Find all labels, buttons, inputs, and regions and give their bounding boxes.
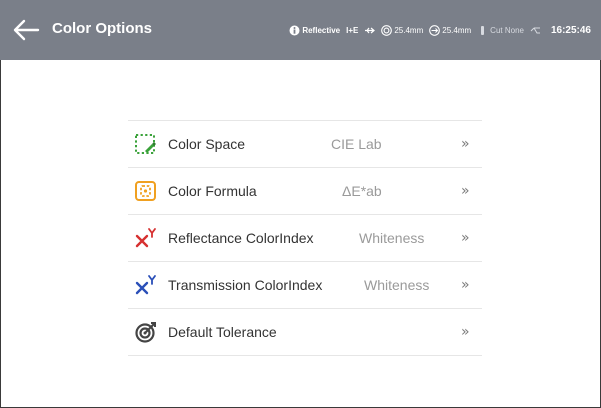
cut-value: Cut None [490, 25, 524, 35]
color-space-icon [135, 134, 156, 154]
color-options-list: Color Space CIE Lab » Color Formula ΔE*a… [128, 120, 482, 356]
header-bar: Color Options Reflective I+E 25.4mm 25.4… [0, 0, 601, 60]
usb-icon [365, 27, 376, 33]
transmission-index-icon [135, 275, 156, 295]
mode-label: Reflective [302, 25, 341, 35]
color-formula-icon [135, 181, 156, 201]
aperture-status: 25.4mm [381, 24, 424, 36]
area-status: 25.4mm [429, 24, 472, 36]
transmission-colorindex-row[interactable]: Transmission ColorIndex Whiteness » [128, 262, 482, 309]
color-formula-row[interactable]: Color Formula ΔE*ab » [128, 168, 482, 215]
clock: 16:25:46 [550, 24, 591, 36]
connection-status [364, 25, 376, 36]
color-space-value: CIE Lab [331, 136, 382, 152]
filter-icon [481, 25, 485, 35]
default-tolerance-label: Default Tolerance [168, 324, 277, 340]
transmission-colorindex-value: Whiteness [364, 277, 430, 293]
default-tolerance-row[interactable]: Default Tolerance » [128, 309, 482, 356]
uv-icon [530, 27, 540, 33]
cut-status: Cut None [477, 25, 524, 36]
default-tolerance-chevron-icon: » [461, 324, 470, 340]
reflectance-colorindex-label: Reflectance ColorIndex [168, 230, 314, 246]
uv-status [530, 25, 541, 36]
status-bar: Reflective I+E 25.4mm 25.4mm Cut None 16… [289, 22, 591, 38]
color-formula-label: Color Formula [168, 183, 257, 199]
light-status: I+E [346, 25, 359, 35]
mode-status: Reflective [289, 25, 340, 36]
reflectance-colorindex-row[interactable]: Reflectance ColorIndex Whiteness » [128, 215, 482, 262]
area-value: 25.4mm [442, 25, 472, 35]
transmission-colorindex-chevron-icon: » [461, 277, 470, 293]
color-space-chevron-icon: » [461, 136, 470, 152]
reflectance-colorindex-value: Whiteness [359, 230, 425, 246]
page-title: Color Options [52, 20, 152, 37]
info-icon [289, 25, 300, 35]
transmission-colorindex-label: Transmission ColorIndex [168, 277, 323, 293]
area-icon [429, 24, 441, 36]
tolerance-icon [135, 322, 156, 343]
aperture-icon [381, 24, 393, 36]
color-formula-value: ΔE*ab [342, 183, 382, 199]
color-formula-chevron-icon: » [461, 183, 470, 199]
color-space-label: Color Space [168, 136, 246, 152]
reflectance-index-icon [135, 228, 156, 248]
color-space-row[interactable]: Color Space CIE Lab » [128, 121, 482, 168]
aperture-value: 25.4mm [394, 25, 424, 35]
back-arrow-icon [13, 19, 40, 41]
reflectance-colorindex-chevron-icon: » [461, 230, 470, 246]
back-button[interactable] [10, 16, 42, 44]
